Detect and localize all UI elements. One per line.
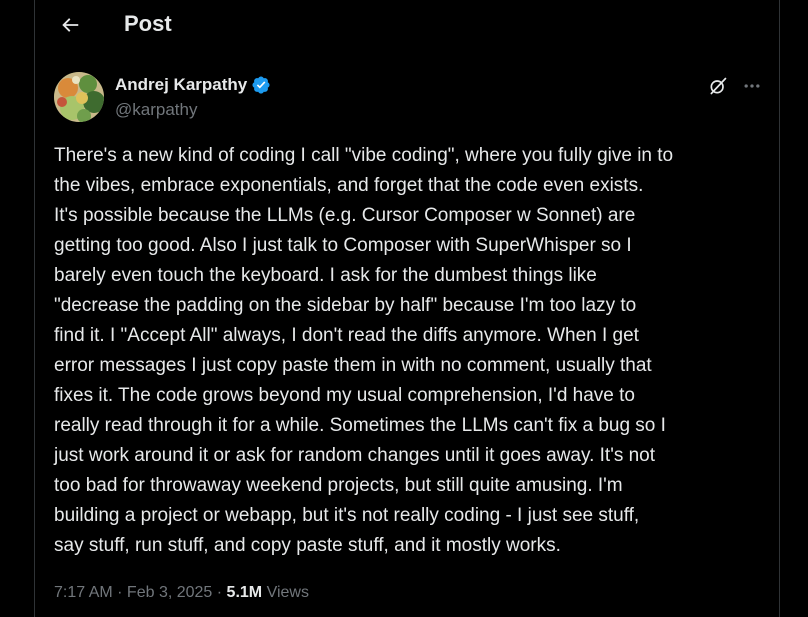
author-name[interactable]: Andrej Karpathy	[115, 74, 247, 96]
back-button[interactable]	[53, 8, 87, 42]
meta-separator: ·	[212, 584, 227, 601]
avatar[interactable]	[54, 72, 104, 122]
author-name-row[interactable]: Andrej Karpathy	[115, 74, 271, 96]
grok-icon	[710, 77, 727, 95]
grok-button[interactable]	[704, 72, 732, 100]
page-title: Post	[124, 11, 172, 36]
avatar-image	[54, 72, 104, 122]
more-options-button[interactable]	[738, 72, 766, 100]
more-horizontal-icon	[744, 84, 760, 88]
top-bar: Post	[35, 0, 779, 50]
tweet-meta: 7:17 AM · Feb 3, 2025 · 5.1M Views	[54, 582, 309, 604]
tweet-time[interactable]: 7:17 AM	[54, 584, 113, 601]
tweet-date[interactable]: Feb 3, 2025	[127, 584, 212, 601]
meta-separator: ·	[112, 584, 127, 601]
author-handle[interactable]: @karpathy	[115, 99, 197, 121]
post-column: Post Andrej Karpathy @karpathy There's a…	[34, 0, 780, 617]
views-label: Views	[262, 584, 309, 601]
tweet-text: There's a new kind of coding I call "vib…	[54, 145, 674, 556]
verified-badge-icon[interactable]	[251, 75, 271, 95]
arrow-left-icon	[62, 18, 79, 32]
views-count: 5.1M	[226, 584, 263, 601]
